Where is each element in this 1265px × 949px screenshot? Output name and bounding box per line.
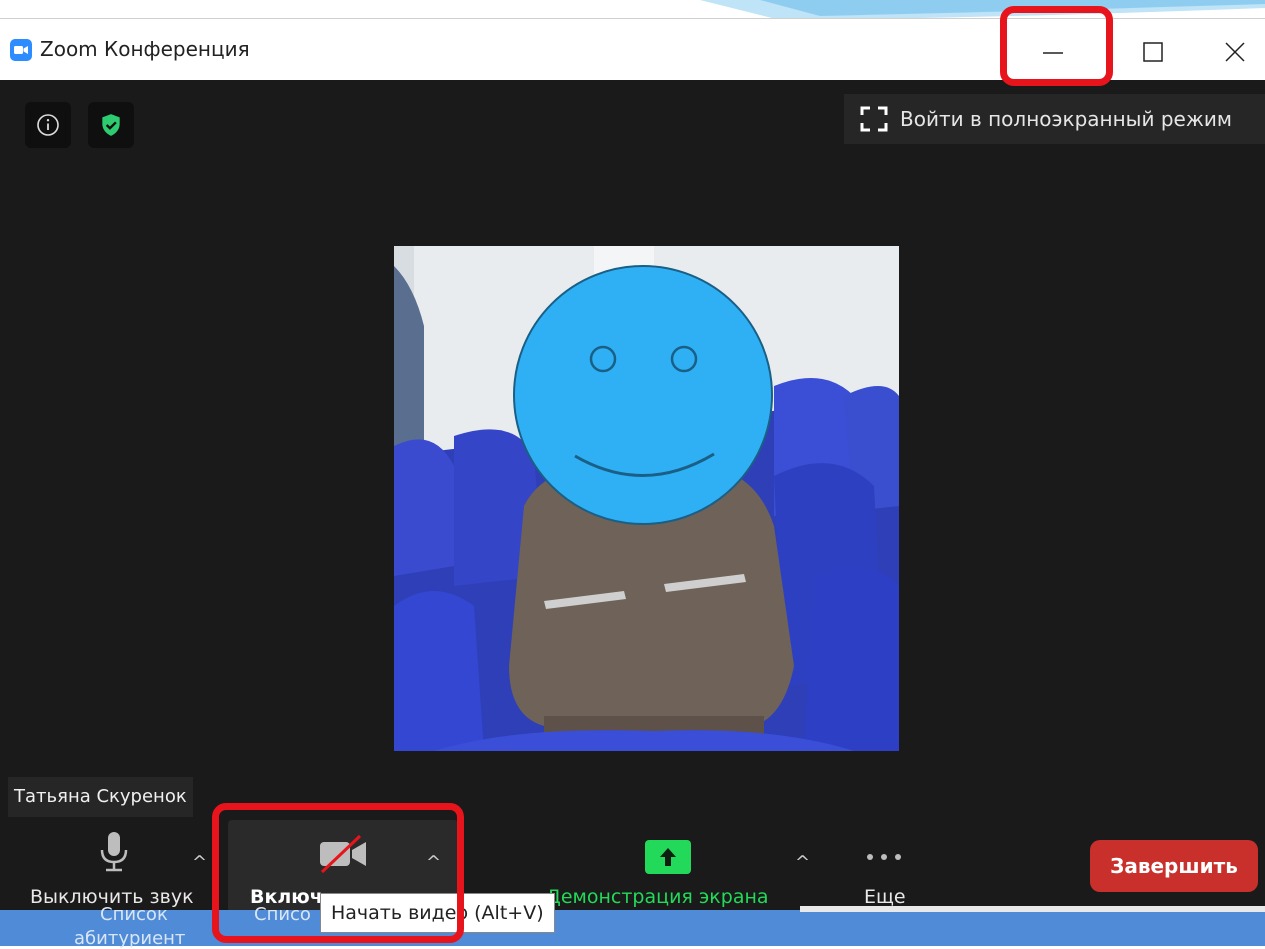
meeting-info-button[interactable]: [25, 102, 71, 148]
fullscreen-icon: [860, 106, 888, 132]
participant-video: [394, 246, 899, 751]
maximize-icon: [1143, 42, 1163, 62]
close-icon: [1225, 42, 1245, 62]
zoom-app-icon: [10, 39, 32, 61]
fullscreen-label: Войти в полноэкранный режим: [900, 107, 1232, 131]
close-button[interactable]: [1200, 29, 1265, 75]
zoom-window: Zoom Конференция Войти в полноэкранный р…: [0, 18, 1265, 946]
taskbar-strip: Список Списо абитуриент: [0, 904, 1265, 949]
microphone-icon: [100, 832, 128, 872]
minimize-highlight: [1000, 6, 1113, 86]
window-title: Zoom Конференция: [40, 37, 250, 61]
security-button[interactable]: [88, 102, 134, 148]
share-options-caret[interactable]: ^: [795, 852, 810, 873]
participant-name-label: Татьяна Скуренок: [8, 777, 193, 817]
video-button-highlight: [212, 803, 464, 943]
more-button[interactable]: Еще: [850, 820, 920, 912]
fullscreen-button[interactable]: Войти в полноэкранный режим: [844, 94, 1265, 144]
meeting-area: Войти в полноэкранный режим Татьяна Скур…: [0, 80, 1265, 946]
more-icon: [867, 854, 901, 860]
maximize-button[interactable]: [1118, 29, 1188, 75]
share-screen-icon: [645, 840, 691, 874]
mute-button[interactable]: [40, 820, 160, 880]
info-icon: [37, 114, 59, 136]
shield-icon: [102, 114, 120, 136]
taskbar-item-list[interactable]: Список: [100, 904, 168, 925]
end-meeting-button[interactable]: Завершить: [1090, 840, 1258, 892]
audio-options-caret[interactable]: ^: [192, 852, 207, 873]
more-label: Еще: [864, 886, 906, 908]
share-screen-button[interactable]: Демонстрация экрана: [530, 820, 810, 912]
window-bottom-edge: [800, 906, 1265, 912]
share-screen-label: Демонстрация экрана: [546, 886, 769, 908]
